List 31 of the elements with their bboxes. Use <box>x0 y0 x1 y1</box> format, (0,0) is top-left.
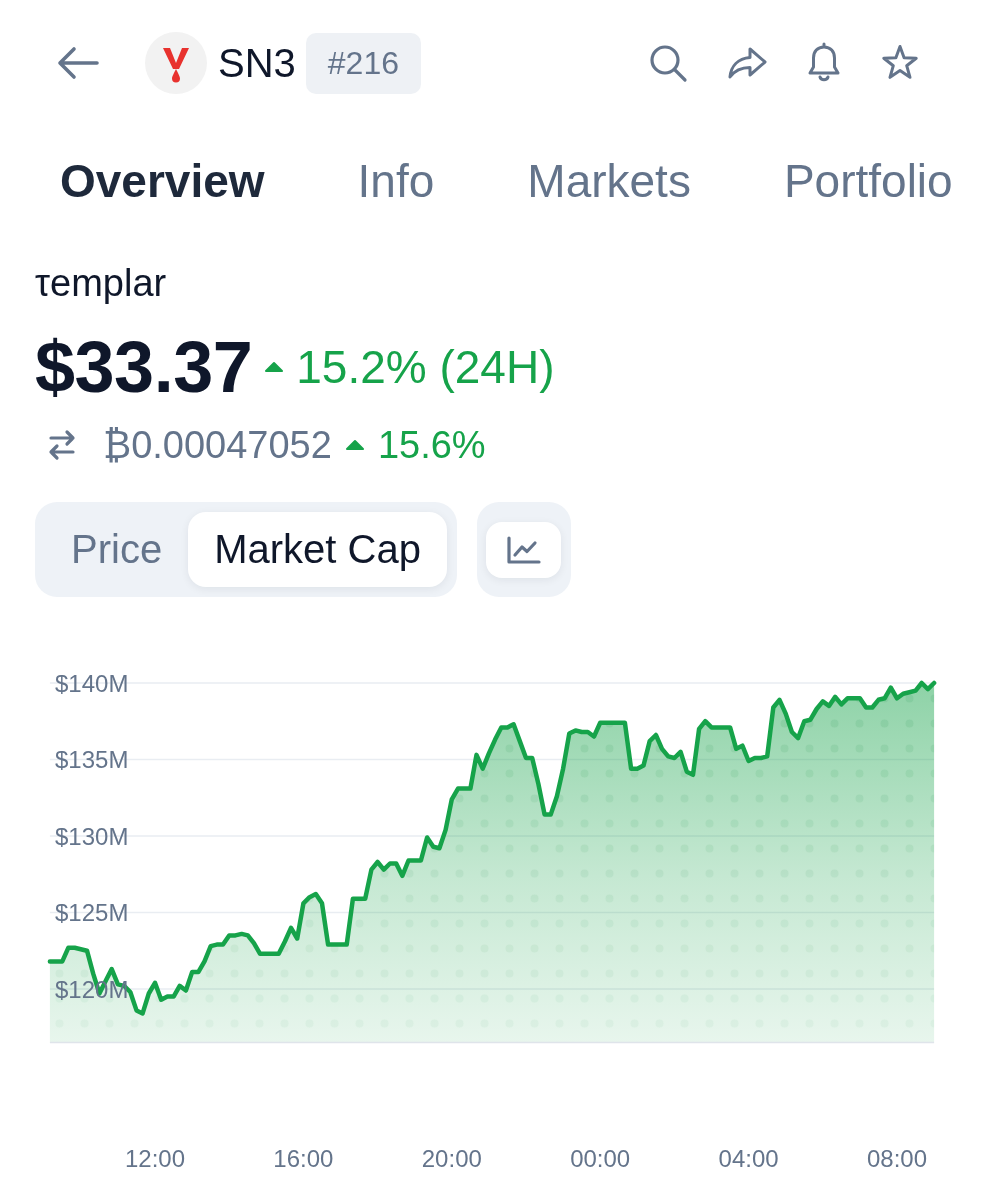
line-chart-icon <box>505 534 542 565</box>
btc-price-change: 15.6% <box>377 423 486 467</box>
search-icon[interactable] <box>648 43 688 83</box>
y-axis-label: $130M <box>55 822 129 850</box>
toggle-option[interactable]: Market Cap <box>188 512 447 587</box>
tab[interactable]: Overview <box>60 154 265 208</box>
y-axis-label: $140M <box>55 669 129 697</box>
star-icon[interactable] <box>880 44 920 82</box>
price-value: $33.37 <box>35 326 253 408</box>
btc-price: ₿0.00047052 <box>103 423 332 467</box>
coin-symbol: SN3 <box>218 40 296 86</box>
x-axis-label: 16:00 <box>273 1145 334 1172</box>
tab[interactable]: Info <box>357 154 435 208</box>
rank-badge: #216 <box>305 32 421 94</box>
coin-name: τemplar <box>35 261 167 306</box>
y-axis-label: $135M <box>55 746 129 774</box>
bell-icon[interactable] <box>806 42 842 84</box>
tab[interactable]: Portfolio <box>783 154 953 208</box>
tab[interactable]: Markets <box>527 154 691 208</box>
y-axis-label: $125M <box>55 899 129 927</box>
coin-logo-icon <box>145 32 207 94</box>
x-axis-label: 12:00 <box>124 1145 186 1172</box>
back-arrow-icon[interactable] <box>56 45 100 81</box>
chart-type-button[interactable] <box>476 502 571 597</box>
share-arrow-icon[interactable] <box>726 45 768 81</box>
x-axis-label: 20:00 <box>421 1145 482 1172</box>
toggle-option[interactable]: Price <box>45 512 189 587</box>
x-axis-label: 00:00 <box>570 1145 631 1172</box>
x-axis-label: 08:00 <box>866 1145 928 1172</box>
x-axis-label: 04:00 <box>718 1145 779 1172</box>
price-change: 15.2% (24H) <box>296 340 555 394</box>
